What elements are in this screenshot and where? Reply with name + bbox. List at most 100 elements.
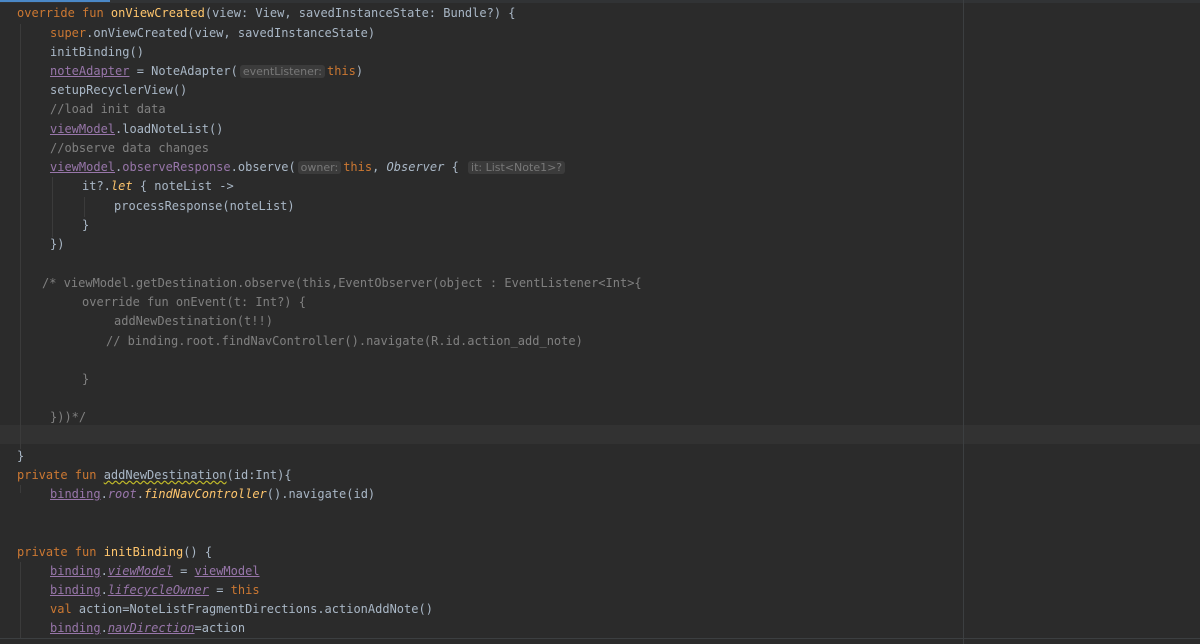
code-token: = <box>208 583 231 597</box>
code-line: processResponse(noteList) <box>114 197 295 216</box>
code-token: fun <box>74 6 111 20</box>
code-token: () { <box>183 545 213 559</box>
code-token: . <box>100 564 108 578</box>
code-line: binding.lifecycleOwner = this <box>50 581 260 600</box>
code-token: initBinding() <box>50 45 144 59</box>
code-comment: /* viewModel.getDestination.observe(this… <box>42 276 642 290</box>
code-line: binding.viewModel = viewModel <box>50 562 260 581</box>
code-token: viewModel <box>194 564 260 578</box>
code-comment-line: /* viewModel.getDestination.observe(this… <box>42 274 642 293</box>
code-token: .onViewCreated(view, savedInstanceState) <box>86 26 376 40</box>
indent-guide <box>20 562 21 638</box>
code-token: observeResponse <box>122 160 231 174</box>
code-token: = <box>172 564 195 578</box>
code-line: it?.let { noteList -> <box>82 177 234 196</box>
code-token: noteAdapter <box>50 64 130 78</box>
code-token: .loadNoteList() <box>115 122 224 136</box>
code-token: root <box>107 487 137 501</box>
code-token: binding <box>50 621 101 635</box>
code-line: val action=NoteListFragmentDirections.ac… <box>50 600 433 619</box>
code-token: Observer <box>386 160 445 174</box>
code-token: (view: View, savedInstanceState: Bundle?… <box>204 6 516 20</box>
code-token: viewModel <box>107 564 173 578</box>
code-line: private fun addNewDestination(id:Int){ <box>17 466 292 485</box>
code-token: , <box>372 160 387 174</box>
code-token: . <box>136 487 144 501</box>
right-margin-guide <box>963 0 964 644</box>
code-line: } <box>82 216 89 235</box>
code-line: override fun onViewCreated(view: View, s… <box>17 4 516 23</box>
indent-guide <box>20 24 21 449</box>
code-line: initBinding() <box>50 43 144 62</box>
code-line: super.onViewCreated(view, savedInstanceS… <box>50 24 375 43</box>
code-editor[interactable]: override fun onViewCreated(view: View, s… <box>0 0 1200 644</box>
code-token: binding <box>50 487 101 501</box>
code-token: binding <box>50 583 101 597</box>
code-token: private <box>17 468 68 482</box>
code-line: private fun initBinding() { <box>17 543 212 562</box>
current-line-highlight <box>0 425 1200 444</box>
code-token: val <box>50 602 72 616</box>
code-token: onViewCreated <box>110 6 205 20</box>
code-line: viewModel.observeResponse.observe(owner:… <box>50 158 567 177</box>
code-comment: //load init data <box>50 102 166 116</box>
active-tab-indicator <box>0 0 110 2</box>
code-line: //observe data changes <box>50 139 209 158</box>
code-comment-line: override fun onEvent(t: Int?) { <box>82 293 306 312</box>
code-token: initBinding <box>103 545 184 559</box>
code-comment: } <box>82 372 90 386</box>
code-comment: //observe data changes <box>50 141 209 155</box>
code-comment: // binding.root.findNavController().navi… <box>106 334 583 348</box>
code-token: . <box>100 621 108 635</box>
code-token: binding <box>50 564 101 578</box>
code-comment: override fun onEvent(t: Int?) { <box>82 295 306 309</box>
code-token: this <box>230 583 260 597</box>
parameter-hint: eventListener: <box>239 65 325 78</box>
code-token: findNavController <box>143 487 267 501</box>
code-token: } <box>82 218 90 232</box>
code-comment: addNewDestination(t!!) <box>114 314 273 328</box>
code-comment-line: } <box>82 370 89 389</box>
code-token: (id:Int){ <box>226 468 292 482</box>
code-token: setupRecyclerView() <box>50 83 188 97</box>
code-token: = NoteAdapter( <box>129 64 238 78</box>
code-line: noteAdapter = NoteAdapter(eventListener:… <box>50 62 363 81</box>
code-token: =action <box>194 621 246 635</box>
indent-guide <box>84 197 85 217</box>
editor-tab-strip <box>0 0 1200 3</box>
code-token: lifecycleOwner <box>107 583 209 597</box>
code-token: addNewDestination <box>103 468 227 482</box>
code-line: //load init data <box>50 100 166 119</box>
code-line: } <box>17 447 24 466</box>
code-token: this <box>326 64 356 78</box>
code-comment-line: }))*/ <box>50 408 86 427</box>
editor-bottom-border <box>0 638 1200 639</box>
indent-guide <box>52 177 53 237</box>
code-token: private <box>17 545 68 559</box>
code-token: viewModel <box>50 122 116 136</box>
parameter-hint: owner: <box>297 161 342 174</box>
code-token: navDirection <box>107 621 195 635</box>
code-line: }) <box>50 235 64 254</box>
code-token: . <box>100 487 108 501</box>
code-token: } <box>17 449 25 463</box>
code-token: }) <box>50 237 65 251</box>
code-comment-line: addNewDestination(t!!) <box>114 312 273 331</box>
code-comment: }))*/ <box>50 410 87 424</box>
type-hint: it: List<Note1>? <box>468 161 566 174</box>
code-token: ().navigate(id) <box>266 487 376 501</box>
code-token: action=NoteListFragmentDirections.action… <box>71 602 433 616</box>
code-token: { noteList -> <box>132 179 234 193</box>
code-line: binding.navDirection=action <box>50 619 245 638</box>
code-token: it?. <box>82 179 111 193</box>
indent-guide <box>20 485 21 493</box>
code-token: ) <box>355 64 364 78</box>
code-token: fun <box>67 545 104 559</box>
code-token: viewModel <box>50 160 116 174</box>
code-line: viewModel.loadNoteList() <box>50 120 223 139</box>
code-line: setupRecyclerView() <box>50 81 187 100</box>
code-token: fun <box>67 468 104 482</box>
code-line: binding.root.findNavController().navigat… <box>50 485 375 504</box>
code-token: super <box>50 26 87 40</box>
code-token: let <box>110 179 133 193</box>
